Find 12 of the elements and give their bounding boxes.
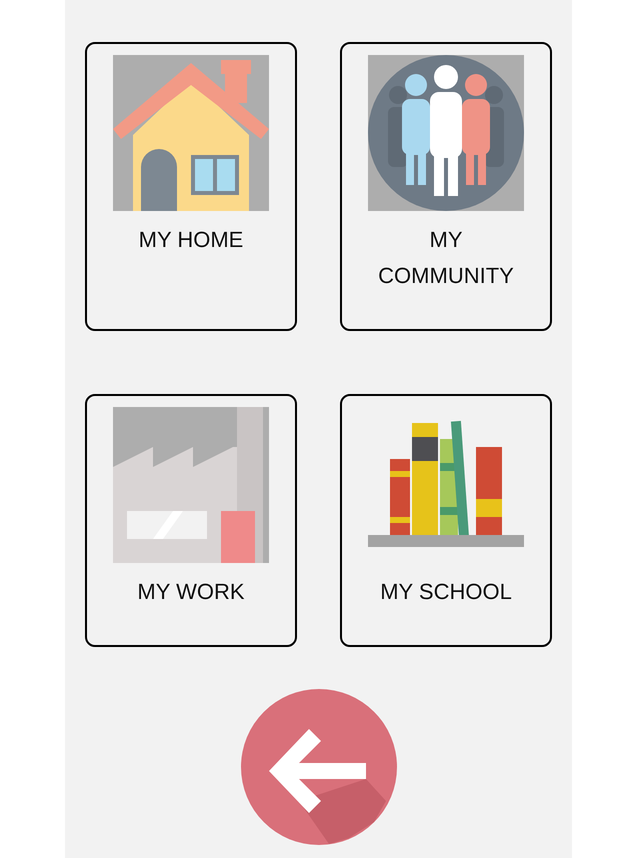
card-label: MY COMMUNITY bbox=[377, 226, 515, 290]
people-icon bbox=[368, 55, 524, 211]
card-label: MY HOME bbox=[138, 226, 244, 254]
card-label: MY SCHOOL bbox=[379, 578, 513, 606]
factory-icon bbox=[113, 407, 269, 563]
house-icon bbox=[113, 55, 269, 211]
category-card[interactable]: MY SCHOOL bbox=[340, 394, 552, 647]
back-arrow-icon bbox=[268, 729, 366, 813]
category-card[interactable]: MY HOME bbox=[85, 42, 297, 331]
category-card[interactable]: MY COMMUNITY bbox=[340, 42, 552, 331]
category-card[interactable]: MY WORK bbox=[85, 394, 297, 647]
card-label: MY WORK bbox=[136, 578, 246, 606]
